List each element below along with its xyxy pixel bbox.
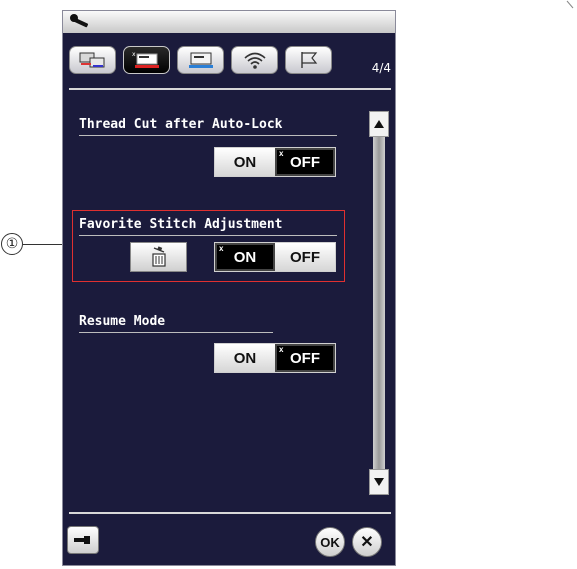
corner-mark bbox=[566, 0, 574, 9]
machine-screen-icon bbox=[79, 52, 104, 68]
tab-wireless-settings[interactable] bbox=[231, 46, 278, 74]
thread-cut-on-button[interactable]: ON bbox=[215, 148, 275, 176]
svg-text:x: x bbox=[132, 51, 136, 58]
resume-mode-underline bbox=[79, 332, 273, 333]
tab-embroidery-settings[interactable] bbox=[177, 46, 224, 74]
trash-icon bbox=[151, 246, 166, 267]
settings-tab-bar: x bbox=[69, 46, 359, 76]
ok-button[interactable]: OK bbox=[315, 527, 345, 557]
settings-screen: x 4/4 Thread Cut after Auto-Lock ON x OF… bbox=[62, 10, 396, 566]
page-indicator: 4/4 bbox=[371, 61, 391, 75]
resume-mode-off-button[interactable]: x OFF bbox=[275, 344, 335, 372]
close-button[interactable]: ✕ bbox=[352, 527, 382, 557]
wrench-icon bbox=[70, 14, 89, 28]
thread-cut-underline bbox=[79, 135, 337, 136]
scroll-up-button[interactable] bbox=[369, 111, 389, 137]
tab-language-settings[interactable] bbox=[285, 46, 332, 74]
resume-mode-toggle: ON x OFF bbox=[214, 343, 336, 373]
favorite-stitch-label: Favorite Stitch Adjustment bbox=[79, 217, 283, 232]
bottom-divider bbox=[69, 512, 391, 514]
resume-mode-on-button[interactable]: ON bbox=[215, 344, 275, 372]
embroidery-screen-icon bbox=[188, 52, 213, 68]
title-bar bbox=[63, 11, 395, 33]
top-divider bbox=[69, 88, 391, 90]
key-icon bbox=[74, 536, 90, 544]
scrollbar[interactable] bbox=[369, 111, 389, 495]
arrow-up-icon bbox=[374, 120, 384, 128]
favorite-stitch-toggle: x ON OFF bbox=[214, 242, 336, 272]
tab-sewing-settings[interactable]: x bbox=[123, 46, 170, 74]
clear-favorite-button[interactable] bbox=[130, 242, 187, 272]
wifi-icon bbox=[243, 52, 266, 69]
key-button[interactable] bbox=[67, 526, 99, 554]
flag-icon bbox=[300, 52, 317, 68]
callout-marker: ① bbox=[1, 233, 23, 255]
favorite-stitch-off-button[interactable]: OFF bbox=[275, 243, 335, 271]
favorite-stitch-underline bbox=[79, 235, 337, 236]
scroll-rail[interactable] bbox=[373, 137, 385, 469]
thread-cut-toggle: ON x OFF bbox=[214, 147, 336, 177]
thread-cut-off-button[interactable]: x OFF bbox=[275, 148, 335, 176]
favorite-stitch-on-button[interactable]: x ON bbox=[215, 243, 275, 271]
thread-cut-label: Thread Cut after Auto-Lock bbox=[79, 117, 283, 132]
sewing-machine-icon: x bbox=[132, 51, 159, 68]
resume-mode-label: Resume Mode bbox=[79, 314, 166, 329]
arrow-down-icon bbox=[374, 478, 384, 486]
scroll-down-button[interactable] bbox=[369, 469, 389, 495]
tab-machine-settings[interactable] bbox=[69, 46, 116, 74]
